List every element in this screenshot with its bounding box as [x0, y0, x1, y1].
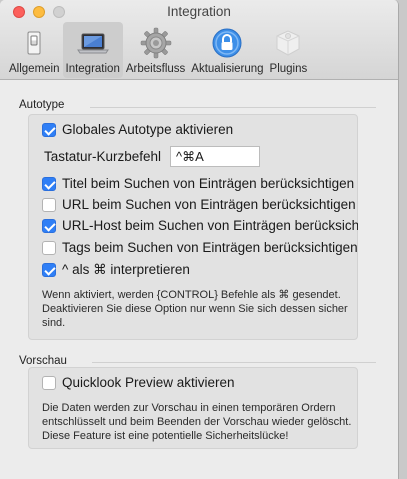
option-url-host-checkbox[interactable]: URL-Host beim Suchen von Einträgen berüc…: [42, 218, 358, 233]
tab-label: Allgemein: [9, 63, 60, 75]
preview-note: Die Daten werden zur Vorschau in einen t…: [42, 402, 352, 442]
gear-icon: [139, 26, 173, 60]
autotype-section-title: Autotype: [19, 99, 65, 111]
checkbox-icon[interactable]: [42, 197, 56, 212]
checkbox-icon[interactable]: [42, 218, 56, 233]
enable-autotype-checkbox[interactable]: Globales Autotype aktivieren: [42, 122, 233, 137]
switch-icon: [17, 26, 51, 60]
checkbox-icon[interactable]: [42, 176, 56, 191]
tab-allgemein[interactable]: Allgemein: [6, 22, 63, 78]
tab-label: Arbeitsfluss: [125, 63, 186, 75]
option-url-checkbox[interactable]: URL beim Suchen von Einträgen berücksich…: [42, 197, 356, 212]
option-tags-checkbox[interactable]: Tags beim Suchen von Einträgen berücksic…: [42, 240, 358, 255]
tab-arbeitsfluss[interactable]: Arbeitsfluss: [123, 22, 188, 78]
option-title-checkbox[interactable]: Titel beim Suchen von Einträgen berücksi…: [42, 176, 354, 191]
checkbox-icon[interactable]: [42, 240, 56, 255]
titlebar: Integration Allgemein Integration Arbeit…: [0, 0, 398, 80]
window-title: Integration: [167, 4, 231, 19]
option-interpret-control-checkbox[interactable]: ^ als ⌘ interpretieren: [42, 262, 190, 278]
checkbox-label: Titel beim Suchen von Einträgen berücksi…: [62, 176, 355, 191]
section-divider: [90, 107, 376, 108]
section-divider: [92, 362, 376, 363]
checkbox-label: Quicklook Preview aktivieren: [62, 375, 235, 390]
checkbox-label: ^ als ⌘ interpretieren: [62, 262, 190, 277]
autotype-note: Wenn aktiviert, werden {CONTROL} Befehle…: [42, 289, 348, 329]
tab-plugins[interactable]: Plugins: [267, 22, 311, 78]
tab-label: Plugins: [269, 63, 308, 75]
checkbox-label: Globales Autotype aktivieren: [62, 122, 234, 137]
shortcut-field[interactable]: ^⌘A: [170, 146, 260, 167]
preferences-window: Integration Allgemein Integration Arbeit…: [0, 0, 399, 479]
quicklook-checkbox[interactable]: Quicklook Preview aktivieren: [42, 375, 235, 390]
preview-section-title: Vorschau: [19, 355, 67, 367]
tab-aktualisierung[interactable]: Aktualisierung: [188, 22, 266, 78]
preferences-toolbar: Allgemein Integration Arbeitsfluss Aktua…: [6, 22, 310, 78]
checkbox-label: Tags beim Suchen von Einträgen berücksic…: [62, 240, 358, 255]
puzzle-icon: [271, 26, 305, 60]
checkbox-label: URL-Host beim Suchen von Einträgen berüc…: [62, 218, 358, 233]
shortcut-label: Tastatur-Kurzbefehl: [44, 149, 162, 164]
checkbox-icon[interactable]: [42, 122, 56, 137]
checkbox-icon[interactable]: [42, 263, 56, 277]
laptop-icon: [76, 26, 110, 60]
checkbox-label: URL beim Suchen von Einträgen berücksich…: [62, 197, 356, 212]
tab-label: Integration: [65, 63, 120, 75]
tab-label: Aktualisierung: [191, 63, 264, 75]
tab-integration[interactable]: Integration: [62, 22, 123, 78]
lock-icon: [210, 26, 244, 60]
checkbox-icon[interactable]: [42, 375, 56, 390]
